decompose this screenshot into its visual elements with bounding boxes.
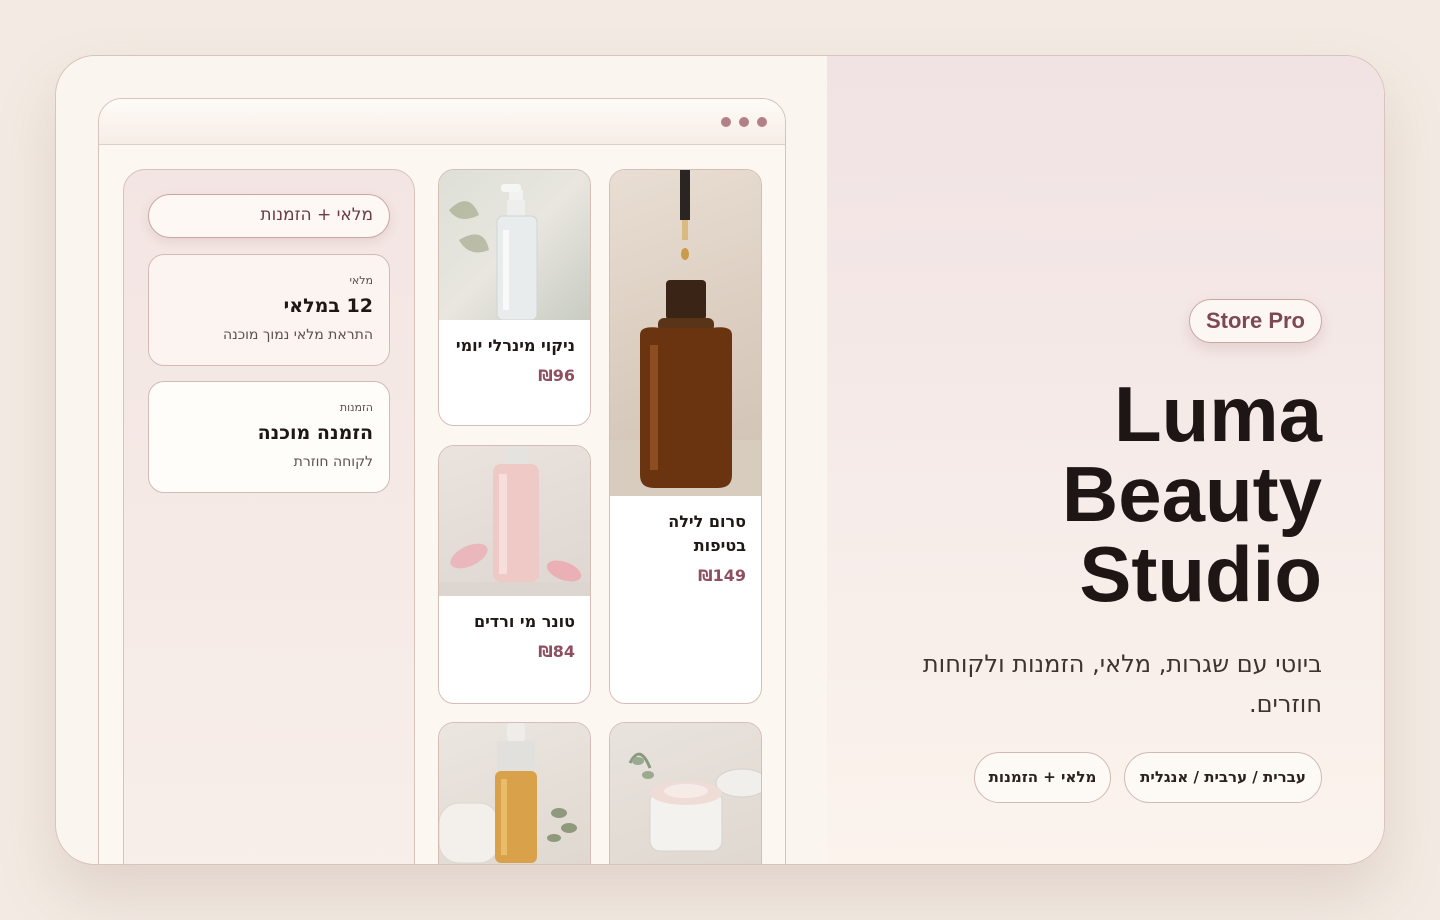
product-card-toner[interactable]: טונר מי ורדים ₪84 [438,445,591,704]
app-frame: Store Pro Luma Beauty Studio ביוטי עם שג… [55,55,1385,865]
product-price: ₪96 [538,366,575,385]
serum-product-image [610,170,761,496]
hero-title: Luma Beauty Studio [862,374,1322,614]
cream-product-image [610,723,761,864]
inventory-card-desc: התראת מלאי נמוך מוכנה [222,327,373,343]
store-window: מלאי + הזמנות מלאי 12 במלאי התראת מלאי נ… [98,98,786,864]
hero-title-line-2: Beauty [1061,450,1322,538]
toner-bottle-icon [439,446,590,596]
more-dots-icon[interactable] [721,117,767,127]
inventory-card[interactable]: מלאי 12 במלאי התראת מלאי נמוך מוכנה [148,254,390,366]
product-name: ניקוי מינרלי יומי [455,336,575,355]
inventory-card-title: 12 במלאי [283,295,373,317]
oil-product-image [439,723,590,864]
product-price: ₪84 [538,642,575,661]
inventory-card-label: מלאי [349,274,373,287]
toner-product-image [439,446,590,596]
product-card-serum[interactable]: סרום לילה בטיפות ₪149 [609,169,762,704]
toner-info: טונר מי ורדים ₪84 [439,596,590,664]
dot [721,117,731,127]
serum-info: סרום לילה בטיפות ₪149 [610,496,761,588]
product-card-cream[interactable] [609,722,762,864]
orders-card-desc: לקוחה חוזרת [293,454,373,470]
languages-pill[interactable]: עברית / ערבית / אנגלית [1124,752,1322,803]
inventory-orders-button[interactable]: מלאי + הזמנות [148,194,390,238]
hero-subtitle: ביוטי עם שגרות, מלאי, הזמנות ולקוחות חוז… [922,650,1322,718]
product-name: סרום לילה בטיפות [668,512,746,555]
dot [739,117,749,127]
serum-bottle-icon [610,170,761,496]
cream-jar-icon [628,752,761,852]
window-titlebar [99,99,785,145]
cleanser-info: ניקוי מינרלי יומי ₪96 [439,320,590,388]
cleanser-product-image [439,170,590,320]
inventory-orders-pill[interactable]: מלאי + הזמנות [974,752,1111,803]
hero-title-line-1: Luma [1113,370,1322,458]
oil-bottle-icon [439,723,577,864]
product-card-oil[interactable] [438,722,591,864]
dashboard-sidebar: מלאי + הזמנות מלאי 12 במלאי התראת מלאי נ… [123,169,415,864]
product-price: ₪149 [698,566,746,585]
dot [757,117,767,127]
product-card-cleanser[interactable]: ניקוי מינרלי יומי ₪96 [438,169,591,426]
orders-card-title: הזמנה מוכנה [257,422,373,444]
pump-bottle-icon [449,184,538,320]
orders-card[interactable]: הזמנות הזמנה מוכנה לקוחה חוזרת [148,381,390,493]
store-pro-badge: Store Pro [1188,299,1322,343]
orders-card-label: הזמנות [339,401,373,414]
hero-title-line-3: Studio [1079,530,1322,618]
product-name: טונר מי ורדים [473,612,575,631]
hero-panel: Store Pro Luma Beauty Studio ביוטי עם שג… [827,56,1384,864]
